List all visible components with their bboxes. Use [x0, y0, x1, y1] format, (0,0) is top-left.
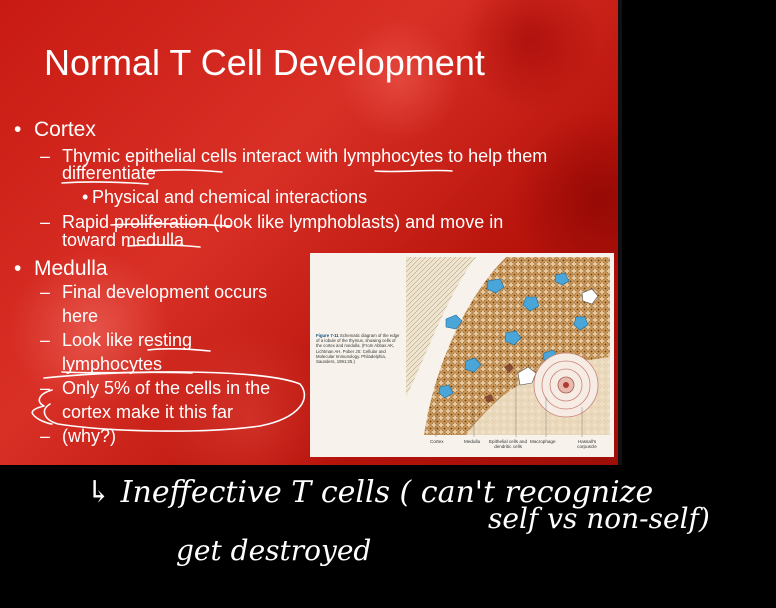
ink-handwriting: ↳ Ineffective T cells ( can't recognize …: [86, 475, 710, 567]
ink-line-self-vs-non-self: self vs non-self): [488, 502, 710, 535]
ink-line-destroyed: get destroyed: [176, 534, 371, 567]
